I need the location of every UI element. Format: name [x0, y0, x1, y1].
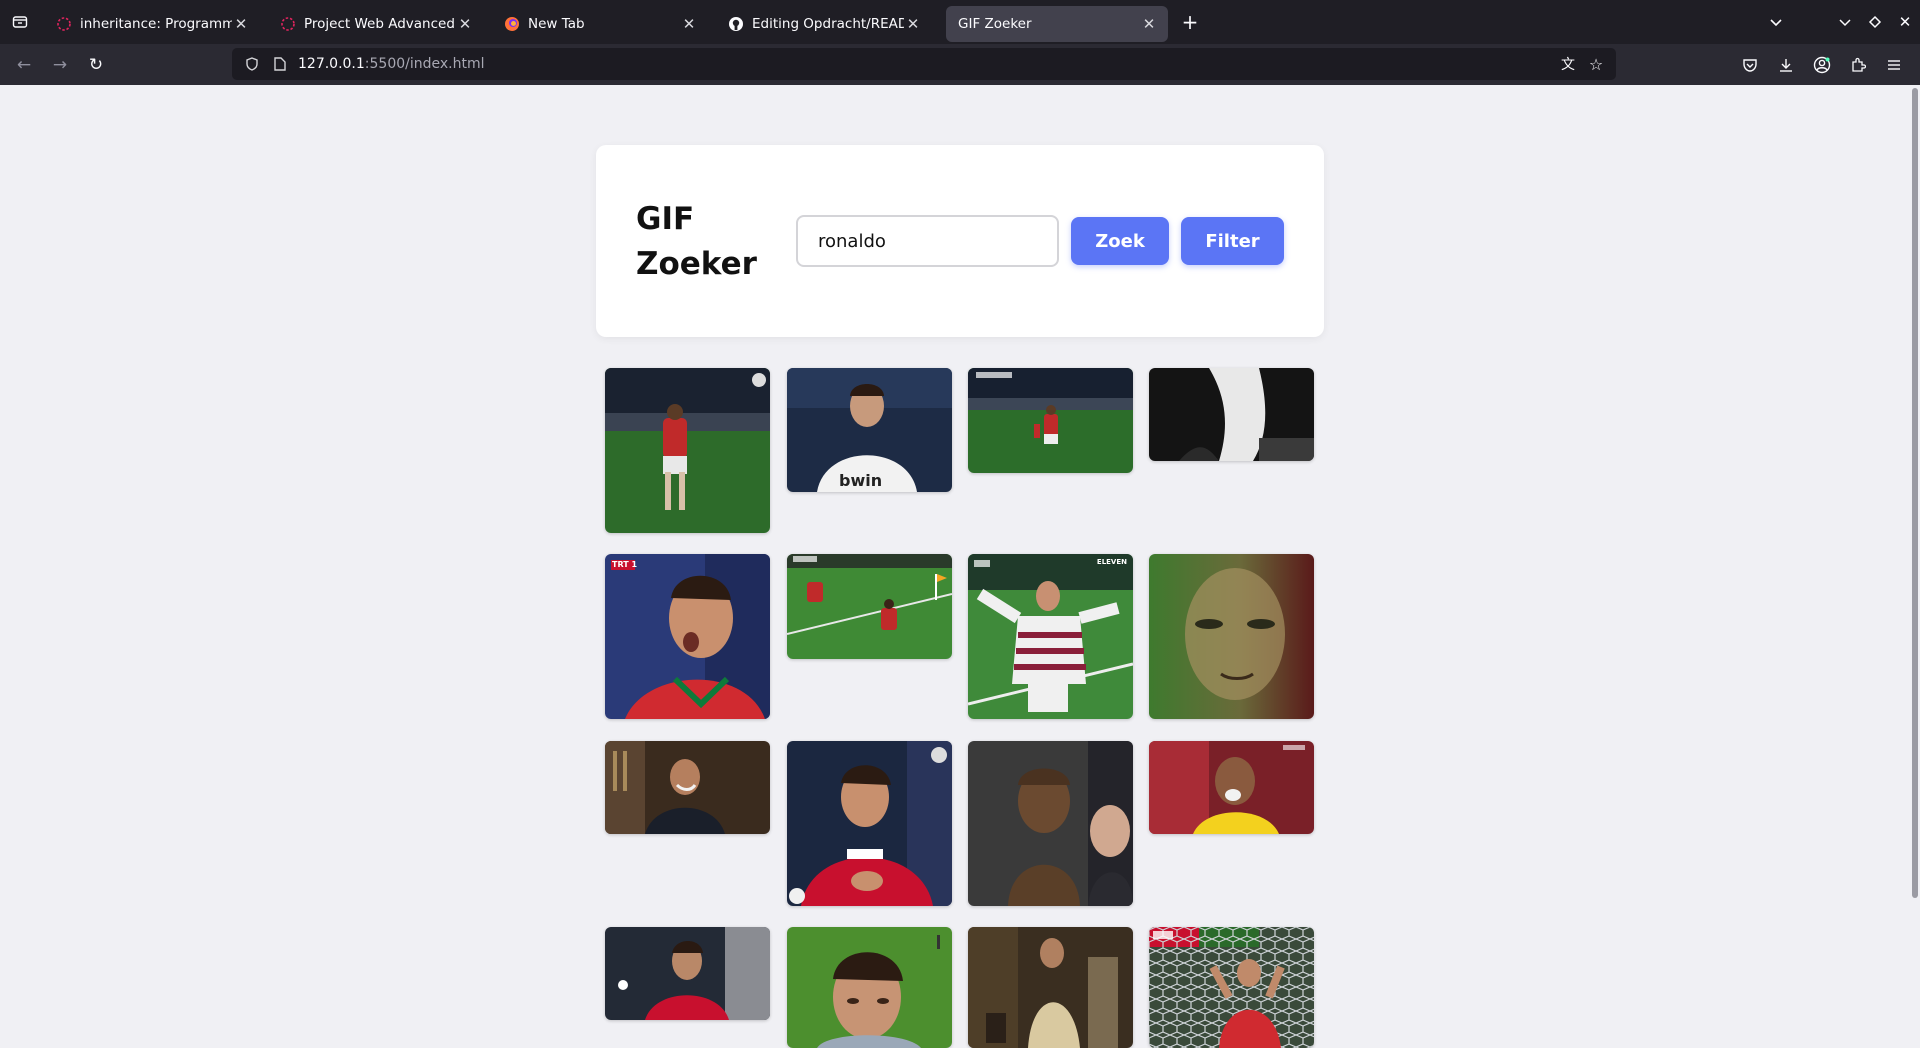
gif-result[interactable]	[787, 554, 952, 659]
extensions-icon[interactable]	[1840, 57, 1876, 73]
tab-overview-button[interactable]	[0, 0, 40, 44]
tab-bar: inheritance: Programming ✕ Project Web A…	[0, 0, 1920, 44]
tab-gif-zoeker[interactable]: GIF Zoeker ✕	[946, 6, 1168, 42]
tab-label: New Tab	[528, 16, 585, 32]
gif-result[interactable]	[1149, 554, 1314, 719]
close-icon[interactable]: ✕	[904, 15, 922, 33]
page-viewport: GIF Zoeker Zoek Filter bwin	[0, 85, 1920, 1048]
search-input[interactable]	[796, 215, 1059, 267]
bookmark-star-icon[interactable]: ☆	[1582, 55, 1610, 74]
page-title: GIF Zoeker	[636, 201, 757, 282]
window-controls: ✕	[1830, 0, 1920, 44]
navigation-toolbar: ← → ↻ 127.0.0.1:5500/index.html 文 ☆	[0, 44, 1920, 85]
shield-icon[interactable]	[238, 57, 266, 71]
forward-button[interactable]: →	[42, 49, 78, 81]
menu-icon[interactable]	[1876, 57, 1912, 73]
pocket-icon[interactable]	[1732, 57, 1768, 73]
tab-editing-readme[interactable]: Editing Opdracht/README ✕	[718, 6, 932, 42]
gif-result[interactable]	[787, 741, 952, 906]
gif-result[interactable]: bwin	[787, 368, 952, 492]
zoek-button[interactable]: Zoek	[1071, 217, 1169, 265]
tab-label: Project Web Advanced	[304, 16, 455, 32]
arrow-right-icon: →	[52, 54, 68, 75]
gif-result[interactable]	[1149, 927, 1314, 1048]
gif-result[interactable]	[605, 368, 770, 533]
gif-result[interactable]	[968, 741, 1133, 906]
new-tab-button[interactable]: +	[1178, 10, 1202, 34]
firefox-icon	[504, 16, 520, 32]
plus-icon: +	[1181, 10, 1199, 34]
gif-result[interactable]	[1149, 368, 1314, 461]
loading-icon	[56, 16, 72, 32]
url-host: 127.0.0.1	[298, 56, 365, 72]
gif-result[interactable]	[605, 927, 770, 1020]
reload-icon: ↻	[88, 54, 104, 75]
page-scrollbar[interactable]	[1912, 88, 1918, 898]
tab-inheritance[interactable]: inheritance: Programming ✕	[46, 6, 260, 42]
tab-label: inheritance: Programming	[80, 16, 232, 32]
search-card: GIF Zoeker Zoek Filter	[596, 145, 1324, 337]
gif-result[interactable]: TRT 1	[605, 554, 770, 719]
restore-icon[interactable]	[1860, 15, 1890, 29]
svg-text:bwin: bwin	[839, 471, 882, 490]
channel-logo-label: TRT 1	[612, 560, 638, 569]
arrow-left-icon: ←	[16, 54, 32, 75]
back-button[interactable]: ←	[6, 49, 42, 81]
gif-result[interactable]	[968, 368, 1133, 473]
chevron-down-icon	[1770, 19, 1782, 27]
tab-list-icon	[12, 16, 28, 28]
list-all-tabs-button[interactable]	[1764, 10, 1788, 34]
url-path: :5500/index.html	[364, 56, 485, 72]
gif-result[interactable]	[968, 927, 1133, 1048]
account-icon[interactable]	[1804, 56, 1840, 74]
page-icon	[266, 57, 294, 71]
github-icon	[728, 16, 744, 32]
gif-result[interactable]	[605, 741, 770, 834]
close-icon[interactable]: ✕	[680, 15, 698, 33]
gif-result[interactable]: ELEVEN	[968, 554, 1133, 719]
url-bar[interactable]: 127.0.0.1:5500/index.html 文 ☆	[232, 48, 1616, 80]
tab-project-web-advanced[interactable]: Project Web Advanced ✕	[270, 6, 484, 42]
close-icon[interactable]: ✕	[232, 15, 250, 33]
tab-new-tab[interactable]: New Tab ✕	[494, 6, 708, 42]
gif-result[interactable]	[1149, 741, 1314, 834]
reload-button[interactable]: ↻	[78, 49, 114, 81]
tab-label: GIF Zoeker	[958, 16, 1032, 32]
gif-result[interactable]	[787, 927, 952, 1048]
translate-icon[interactable]: 文	[1554, 54, 1582, 74]
tab-label: Editing Opdracht/README	[752, 16, 904, 32]
minimize-icon[interactable]	[1830, 15, 1860, 29]
download-icon[interactable]	[1768, 57, 1804, 73]
close-icon[interactable]: ✕	[1140, 15, 1158, 33]
close-window-icon[interactable]: ✕	[1890, 13, 1920, 31]
channel-logo-label: ELEVEN	[1096, 558, 1127, 566]
toolbar-right	[1732, 44, 1912, 85]
close-icon[interactable]: ✕	[456, 15, 474, 33]
loading-icon	[280, 16, 296, 32]
filter-button[interactable]: Filter	[1181, 217, 1284, 265]
url-text: 127.0.0.1:5500/index.html	[298, 56, 485, 72]
